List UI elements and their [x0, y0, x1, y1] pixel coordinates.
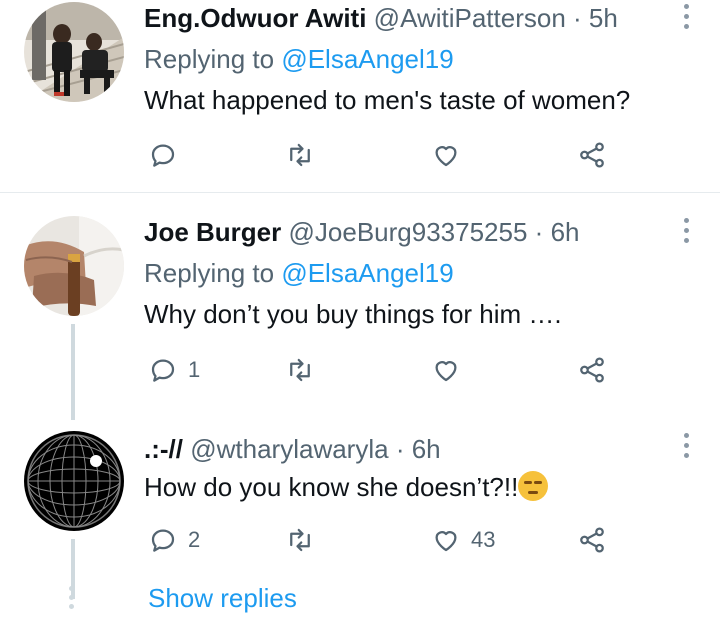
avatar[interactable] [24, 2, 124, 102]
separator-dot: · [534, 217, 544, 247]
unamused-face-icon [518, 471, 549, 501]
tweet-time[interactable]: 6h [551, 217, 580, 247]
heart-icon [435, 146, 457, 167]
reply-count: 2 [188, 527, 201, 552]
replying-to-mention[interactable]: @ElsaAngel19 [281, 44, 453, 74]
retweet-button[interactable] [285, 138, 315, 172]
separator-dot: · [573, 3, 582, 33]
tweet-time[interactable]: 5h [589, 3, 618, 33]
reply-icon [151, 529, 175, 552]
like-button[interactable] [431, 138, 461, 172]
tweet-actions: 1 [144, 353, 624, 387]
more-options-icon[interactable] [682, 4, 690, 29]
share-icon [580, 142, 604, 168]
reply-count: 1 [188, 357, 201, 382]
show-replies-link[interactable]: Show replies [148, 582, 297, 614]
replying-to: Replying to @ElsaAngel19 [144, 43, 680, 75]
heart-icon [435, 531, 457, 552]
avatar[interactable] [24, 216, 124, 316]
tweet-3[interactable]: .:-// @wtharylawaryla · 6h How do you kn… [0, 423, 720, 639]
author-handle[interactable]: @JoeBurg93375255 [289, 217, 528, 247]
avatar-photo [24, 2, 124, 102]
retweet-button[interactable] [285, 353, 315, 387]
tweet-2[interactable]: Joe Burger @JoeBurg93375255 · 6h Replyin… [0, 193, 720, 423]
share-icon [580, 357, 604, 383]
retweet-icon [290, 143, 310, 167]
tweet-1[interactable]: Eng.Odwuor Awiti @AwitiPatterson · 5h Re… [0, 0, 720, 192]
tweet-text: What happened to men's taste of women? [144, 85, 631, 115]
share-button[interactable] [577, 138, 607, 172]
tweet-text: Why don’t you buy things for him …. [144, 299, 562, 329]
avatar-photo [24, 431, 124, 531]
thread-line [71, 324, 75, 420]
tweet-time[interactable]: 6h [412, 434, 441, 464]
more-options-icon[interactable] [682, 433, 690, 458]
avatar[interactable] [24, 431, 124, 531]
retweet-icon [290, 528, 310, 552]
tweet-text-body: How do you know she doesn’t?!! [144, 472, 519, 502]
separator-dot: · [395, 434, 405, 464]
like-count: 43 [471, 527, 496, 552]
thread-dots [69, 586, 74, 609]
replying-to: Replying to @ElsaAngel19 [144, 257, 680, 289]
avatar-photo [24, 216, 124, 316]
replying-to-mention[interactable]: @ElsaAngel19 [281, 258, 453, 288]
retweet-button[interactable] [285, 523, 315, 557]
author-name[interactable]: Eng.Odwuor Awiti [144, 3, 366, 33]
share-button[interactable] [577, 523, 607, 557]
tweet-header: Joe Burger @JoeBurg93375255 · 6h [144, 216, 680, 248]
share-icon [580, 527, 604, 553]
tweet-actions: 2 43 [144, 523, 624, 557]
replying-to-label: Replying to [144, 258, 282, 288]
like-button[interactable]: 43 [431, 523, 495, 557]
reply-button[interactable]: 1 [148, 353, 200, 387]
author-name[interactable]: Joe Burger [144, 217, 281, 247]
author-name[interactable]: .:-// [144, 434, 183, 464]
heart-icon [435, 361, 457, 382]
share-button[interactable] [577, 353, 607, 387]
like-button[interactable] [431, 353, 461, 387]
reply-icon [151, 359, 175, 382]
retweet-icon [290, 358, 310, 382]
author-handle[interactable]: @wtharylawaryla [190, 434, 388, 464]
tweet-header: .:-// @wtharylawaryla · 6h [144, 433, 680, 465]
tweet-text: How do you know she doesn’t?!! [144, 471, 680, 503]
reply-icon [151, 144, 175, 167]
tweet-header: Eng.Odwuor Awiti @AwitiPatterson · 5h [144, 2, 680, 34]
tweet-actions [144, 138, 624, 172]
replying-to-label: Replying to [144, 44, 282, 74]
author-handle[interactable]: @AwitiPatterson [374, 3, 566, 33]
reply-button[interactable]: 2 [148, 523, 200, 557]
reply-button[interactable] [148, 138, 178, 172]
more-options-icon[interactable] [682, 218, 690, 243]
